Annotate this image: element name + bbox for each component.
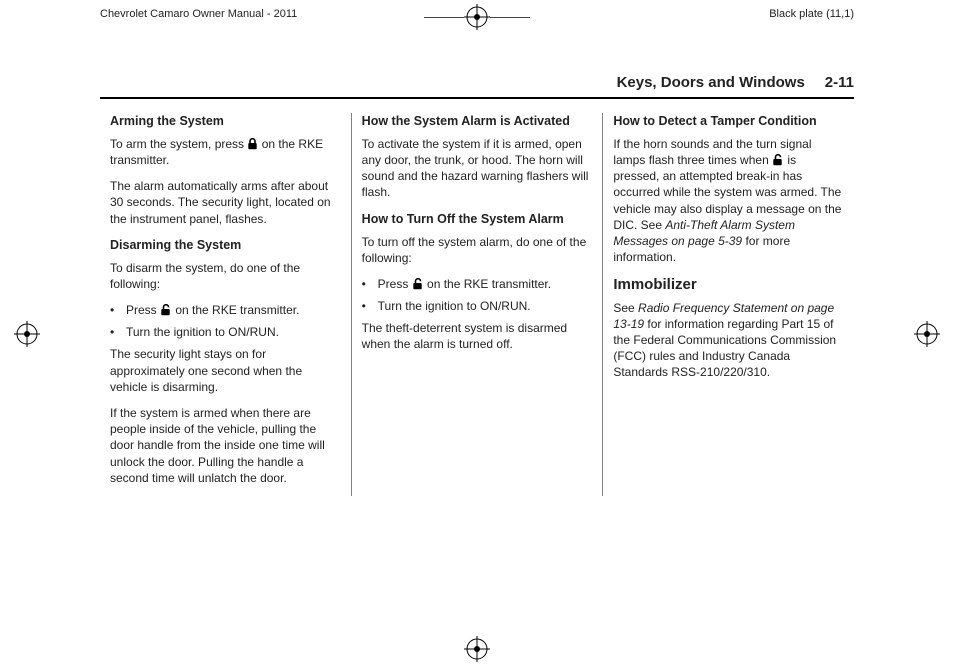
- text-span: Press: [126, 303, 160, 317]
- register-mark-top: [424, 4, 530, 30]
- lock-icon: [247, 138, 258, 150]
- heading-tamper: How to Detect a Tamper Condition: [613, 113, 844, 130]
- column-2: How the System Alarm is Activated To act…: [351, 113, 603, 496]
- register-mark-bottom: [464, 636, 490, 662]
- para-activated: To activate the system if it is armed, o…: [362, 136, 593, 201]
- list-item: • Press on the RKE transmitter.: [362, 276, 593, 292]
- para-tamper: If the horn sounds and the turn signal l…: [613, 136, 844, 266]
- para-immobilizer: See Radio Frequency Statement on page 13…: [613, 300, 844, 381]
- register-mark-left: [14, 321, 40, 347]
- text-span: for information regarding Part 15 of the…: [613, 317, 836, 380]
- bullet-icon: •: [362, 276, 378, 292]
- column-1: Arming the System To arm the system, pre…: [100, 113, 351, 496]
- text-span: To arm the system, press: [110, 137, 247, 151]
- heading-disarming: Disarming the System: [110, 237, 341, 254]
- page-number: 2-11: [825, 74, 854, 91]
- para-arming-2: The alarm automatically arms after about…: [110, 178, 341, 227]
- register-mark-right: [914, 321, 940, 347]
- text-span: on the RKE transmitter.: [172, 303, 299, 317]
- para-turnoff-end: The theft-deterrent system is disarmed w…: [362, 320, 593, 352]
- unlock-icon: [412, 278, 424, 290]
- page-header: Keys, Doors and Windows 2-11: [100, 74, 854, 99]
- text-span: Turn the ignition to ON/RUN.: [126, 324, 279, 340]
- section-title: Keys, Doors and Windows: [617, 74, 805, 91]
- unlock-icon: [772, 154, 784, 166]
- text-span: on the RKE transmitter.: [424, 277, 551, 291]
- unlock-icon: [160, 304, 172, 316]
- text-span: Press on the RKE transmitter.: [378, 276, 551, 292]
- text-span: Press on the RKE transmitter.: [126, 302, 299, 318]
- column-3: How to Detect a Tamper Condition If the …: [602, 113, 854, 496]
- para-turnoff-intro: To turn off the system alarm, do one of …: [362, 234, 593, 266]
- manual-title: Chevrolet Camaro Owner Manual - 2011: [100, 8, 297, 20]
- bullet-icon: •: [110, 302, 126, 318]
- register-icon: [464, 636, 490, 662]
- list-item: • Turn the ignition to ON/RUN.: [362, 298, 593, 314]
- bullet-icon: •: [110, 324, 126, 340]
- text-span: Press: [378, 277, 412, 291]
- heading-activated: How the System Alarm is Activated: [362, 113, 593, 130]
- para-disarm-3: If the system is armed when there are pe…: [110, 405, 341, 486]
- heading-turnoff: How to Turn Off the System Alarm: [362, 211, 593, 228]
- heading-arming: Arming the System: [110, 113, 341, 130]
- para-disarm-2: The security light stays on for approxim…: [110, 346, 341, 395]
- bullet-icon: •: [362, 298, 378, 314]
- register-icon: [914, 321, 940, 347]
- text-span: See: [613, 301, 638, 315]
- para-arming-1: To arm the system, press on the RKE tran…: [110, 136, 341, 168]
- para-disarm-intro: To disarm the system, do one of the foll…: [110, 260, 341, 292]
- list-item: • Turn the ignition to ON/RUN.: [110, 324, 341, 340]
- plate-label: Black plate (11,1): [769, 8, 854, 20]
- list-item: • Press on the RKE transmitter.: [110, 302, 341, 318]
- text-span: Turn the ignition to ON/RUN.: [378, 298, 531, 314]
- register-icon: [14, 321, 40, 347]
- register-icon: [464, 4, 490, 30]
- content-columns: Arming the System To arm the system, pre…: [100, 113, 854, 496]
- heading-immobilizer: Immobilizer: [613, 275, 844, 295]
